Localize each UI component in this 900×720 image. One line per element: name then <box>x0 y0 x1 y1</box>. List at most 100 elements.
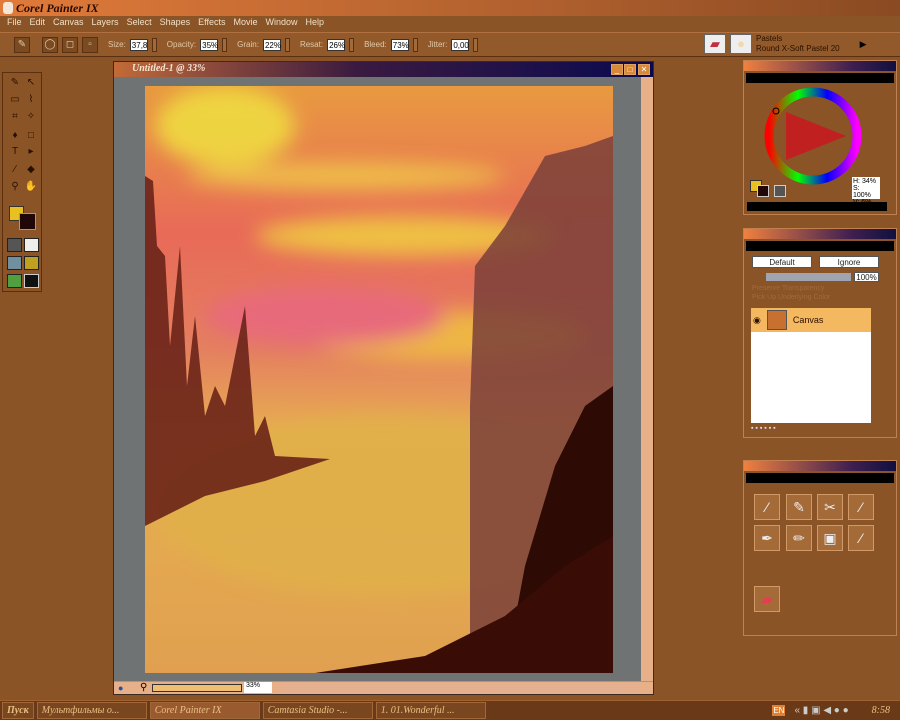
brush-settings-icon[interactable]: ▫ <box>82 36 98 53</box>
shape-icon[interactable]: □ <box>23 128 39 143</box>
layer-commands-bar[interactable]: ▪ ▪ ▪ ▪ ▪ ▪ <box>751 425 871 435</box>
layers-panel: Default Ignore 100% Preserve Transparenc… <box>743 228 897 438</box>
layer-opacity-slider[interactable] <box>766 273 851 281</box>
secondary-color-swatch[interactable] <box>757 185 769 197</box>
eye-icon[interactable]: ◉ <box>753 315 761 326</box>
recent-brush-6-icon[interactable]: ✏ <box>786 525 812 551</box>
look-selector-icon[interactable] <box>24 274 39 288</box>
vertical-scrollbar[interactable] <box>641 77 653 681</box>
pick-up-underlying-color-checkbox[interactable]: Pick Up Underlying Color <box>752 294 830 301</box>
menu-bar: File Edit Canvas Layers Select Shapes Ef… <box>0 16 900 30</box>
jitter-slider[interactable] <box>473 37 479 52</box>
magnifier-icon[interactable]: ⚲ <box>7 179 23 194</box>
brush-variant[interactable]: Round X-Soft Pastel 20 <box>756 44 840 54</box>
drawing-mode-icon[interactable]: ● <box>118 683 123 693</box>
start-button[interactable]: Пуск <box>2 702 34 719</box>
crop-icon[interactable]: ⌗ <box>7 109 23 124</box>
language-indicator[interactable]: EN <box>772 705 786 716</box>
menu-shapes[interactable]: Shapes <box>156 16 195 30</box>
brush-variant-dab-icon[interactable]: ● <box>730 34 752 54</box>
freehand-stroke-icon[interactable]: ◯ <box>42 36 58 53</box>
taskbar-item-1[interactable]: Мультфильмы о... <box>36 702 147 719</box>
taskbar-item-4[interactable]: 1. 01.Wonderful ... <box>375 702 486 719</box>
zoom-slider[interactable] <box>152 684 242 692</box>
zoom-value[interactable]: 33% <box>244 682 273 693</box>
weaving-selector-icon[interactable] <box>24 256 39 270</box>
size-input[interactable]: 37,8 <box>129 38 148 51</box>
brush-selector[interactable]: ▰ ● Pastels Round X-Soft Pastel 20 ▶ <box>704 33 894 55</box>
additional-color-swatch[interactable] <box>19 213 36 230</box>
preserve-transparency-checkbox[interactable]: Preserve Transparency <box>752 285 824 292</box>
minimize-button[interactable]: _ <box>611 64 623 75</box>
horizontal-scrollbar[interactable] <box>282 683 637 693</box>
composite-depth-dropdown[interactable]: Ignore <box>819 256 879 268</box>
grabber-hand-icon[interactable]: ✋ <box>23 179 39 194</box>
taskbar-item-2[interactable]: Corel Painter IX <box>149 702 260 719</box>
menu-edit[interactable]: Edit <box>26 16 50 30</box>
zoom-icon[interactable]: ⚲ <box>140 682 147 693</box>
tray-icons[interactable]: « ▮ ▣ ◀ ● ● <box>794 705 848 716</box>
grain-input[interactable]: 22% <box>262 38 281 51</box>
recent-brush-3-icon[interactable]: ✂ <box>817 494 843 520</box>
colors-panel-header <box>744 61 896 71</box>
brush-category[interactable]: Pastels <box>756 34 840 44</box>
reset-brush-icon[interactable]: ✎ <box>14 36 30 53</box>
menu-file[interactable]: File <box>3 16 26 30</box>
colors-panel-footer <box>747 202 887 211</box>
text-tool-icon[interactable]: T <box>7 144 23 159</box>
menu-layers[interactable]: Layers <box>88 16 123 30</box>
recent-brush-8-icon[interactable]: ⁄ <box>848 525 874 551</box>
opacity-slider[interactable] <box>222 37 228 52</box>
toolbox: ✎ ↖ ▭ ⌇ ⌗ ✧ ♦ □ T ▸ ⁄ ◆ ⚲ ✋ <box>2 72 42 292</box>
taskbar-item-3[interactable]: Camtasia Studio -... <box>262 702 373 719</box>
dropper-icon[interactable]: ⁄ <box>7 162 23 177</box>
pattern-selector-icon[interactable] <box>7 256 22 270</box>
eraser-icon[interactable]: ◆ <box>23 162 39 177</box>
brush-menu-arrow-icon[interactable]: ▶ <box>860 39 867 50</box>
recent-brush-pastel-icon[interactable]: ▰ <box>754 586 780 612</box>
layer-item-canvas[interactable]: ◉ Canvas <box>751 308 871 332</box>
layer-opacity-value[interactable]: 100% <box>854 272 879 282</box>
straight-line-icon[interactable]: ◻ <box>62 36 78 53</box>
clone-color-icon[interactable] <box>774 185 786 197</box>
color-wheel[interactable] <box>764 87 862 185</box>
recent-brush-4-icon[interactable]: ⁄ <box>848 494 874 520</box>
lasso-icon[interactable]: ⌇ <box>23 92 39 107</box>
size-slider[interactable] <box>151 37 157 52</box>
recent-brush-2-icon[interactable]: ✎ <box>786 494 812 520</box>
rect-select-icon[interactable]: ▭ <box>7 92 23 107</box>
layer-adjuster-icon[interactable]: ↖ <box>23 75 39 90</box>
bleed-slider[interactable] <box>412 37 418 52</box>
menu-select[interactable]: Select <box>123 16 156 30</box>
pastel-category-icon[interactable]: ▰ <box>704 34 726 54</box>
paper-selector-icon[interactable] <box>7 238 22 252</box>
menu-canvas[interactable]: Canvas <box>49 16 88 30</box>
bleed-input[interactable]: 73% <box>390 38 409 51</box>
close-button[interactable]: ✕ <box>638 64 650 75</box>
paint-bucket-icon[interactable]: ♦ <box>7 128 23 143</box>
brush-tool-icon[interactable]: ✎ <box>7 75 23 90</box>
app-icon <box>3 2 13 14</box>
selection-adjuster-icon[interactable]: ▸ <box>23 144 39 159</box>
composite-method-dropdown[interactable]: Default <box>752 256 812 268</box>
maximize-button[interactable]: □ <box>624 64 636 75</box>
recent-brush-7-icon[interactable]: ▣ <box>817 525 843 551</box>
recent-brush-1-icon[interactable]: ⁄ <box>754 494 780 520</box>
grain-slider[interactable] <box>284 37 290 52</box>
resat-slider[interactable] <box>349 37 355 52</box>
hsv-readout: H: 34%S: 100%V: 6% <box>852 177 880 206</box>
nozzle-selector-icon[interactable] <box>7 274 22 288</box>
menu-effects[interactable]: Effects <box>194 16 229 30</box>
menu-window[interactable]: Window <box>261 16 301 30</box>
gradient-selector-icon[interactable] <box>24 238 39 252</box>
bleed-label: Bleed: <box>364 40 387 49</box>
menu-help[interactable]: Help <box>302 16 329 30</box>
opacity-input[interactable]: 35% <box>200 38 218 51</box>
recent-brush-5-icon[interactable]: ✒ <box>754 525 780 551</box>
jitter-input[interactable]: 0,00 <box>451 38 470 51</box>
menu-movie[interactable]: Movie <box>229 16 261 30</box>
resat-input[interactable]: 26% <box>327 38 345 51</box>
magic-wand-icon[interactable]: ✧ <box>23 109 39 124</box>
brushes-panel-header <box>744 461 896 471</box>
canvas-painting[interactable] <box>145 86 613 673</box>
